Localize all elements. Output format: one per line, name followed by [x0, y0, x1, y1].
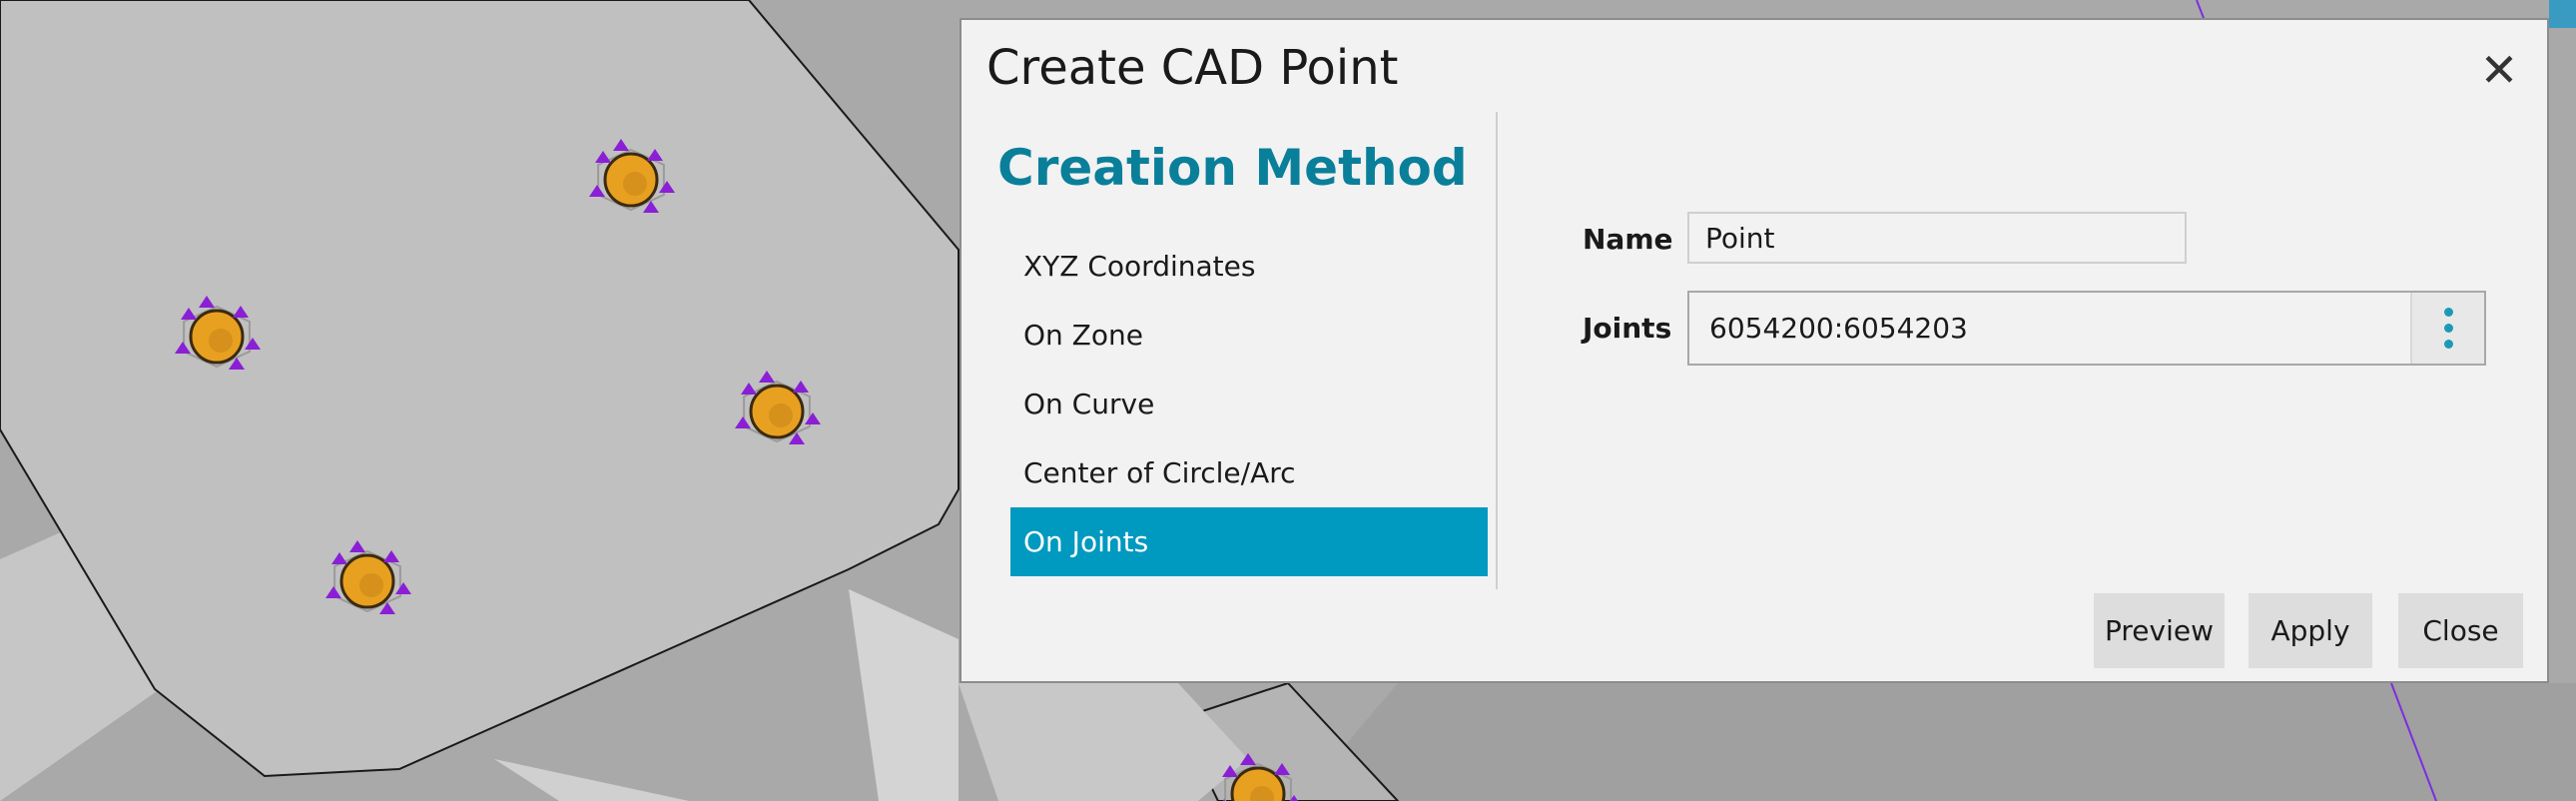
joints-label: Joints	[1583, 312, 1672, 345]
name-label: Name	[1583, 223, 1673, 256]
method-item-center-of-circle-arc[interactable]: Center of Circle/Arc	[1010, 438, 1488, 507]
apply-button[interactable]: Apply	[2249, 593, 2372, 668]
joints-input[interactable]	[1689, 293, 2410, 364]
method-item-on-curve[interactable]: On Curve	[1010, 370, 1488, 438]
close-icon[interactable]: ✕	[2475, 46, 2523, 94]
creation-method-heading: Creation Method	[997, 139, 1468, 197]
cad-surface-top-right	[2549, 0, 2576, 28]
more-options-icon[interactable]	[2410, 293, 2484, 364]
creation-method-list: XYZ Coordinates On Zone On Curve Center …	[1010, 232, 1488, 576]
close-button[interactable]: Close	[2398, 593, 2523, 668]
preview-button[interactable]: Preview	[2094, 593, 2225, 668]
method-item-on-zone[interactable]: On Zone	[1010, 301, 1488, 370]
joints-field	[1687, 291, 2486, 366]
dialog-title: Create CAD Point	[986, 40, 1399, 96]
name-input[interactable]	[1687, 212, 2187, 264]
method-item-xyz-coordinates[interactable]: XYZ Coordinates	[1010, 232, 1488, 301]
cad-surface-right-dark	[1298, 683, 2576, 801]
create-cad-point-dialog: Create CAD Point ✕ Creation Method XYZ C…	[960, 18, 2549, 683]
method-item-on-joints[interactable]: On Joints	[1010, 507, 1488, 576]
panel-divider	[1496, 112, 1498, 589]
